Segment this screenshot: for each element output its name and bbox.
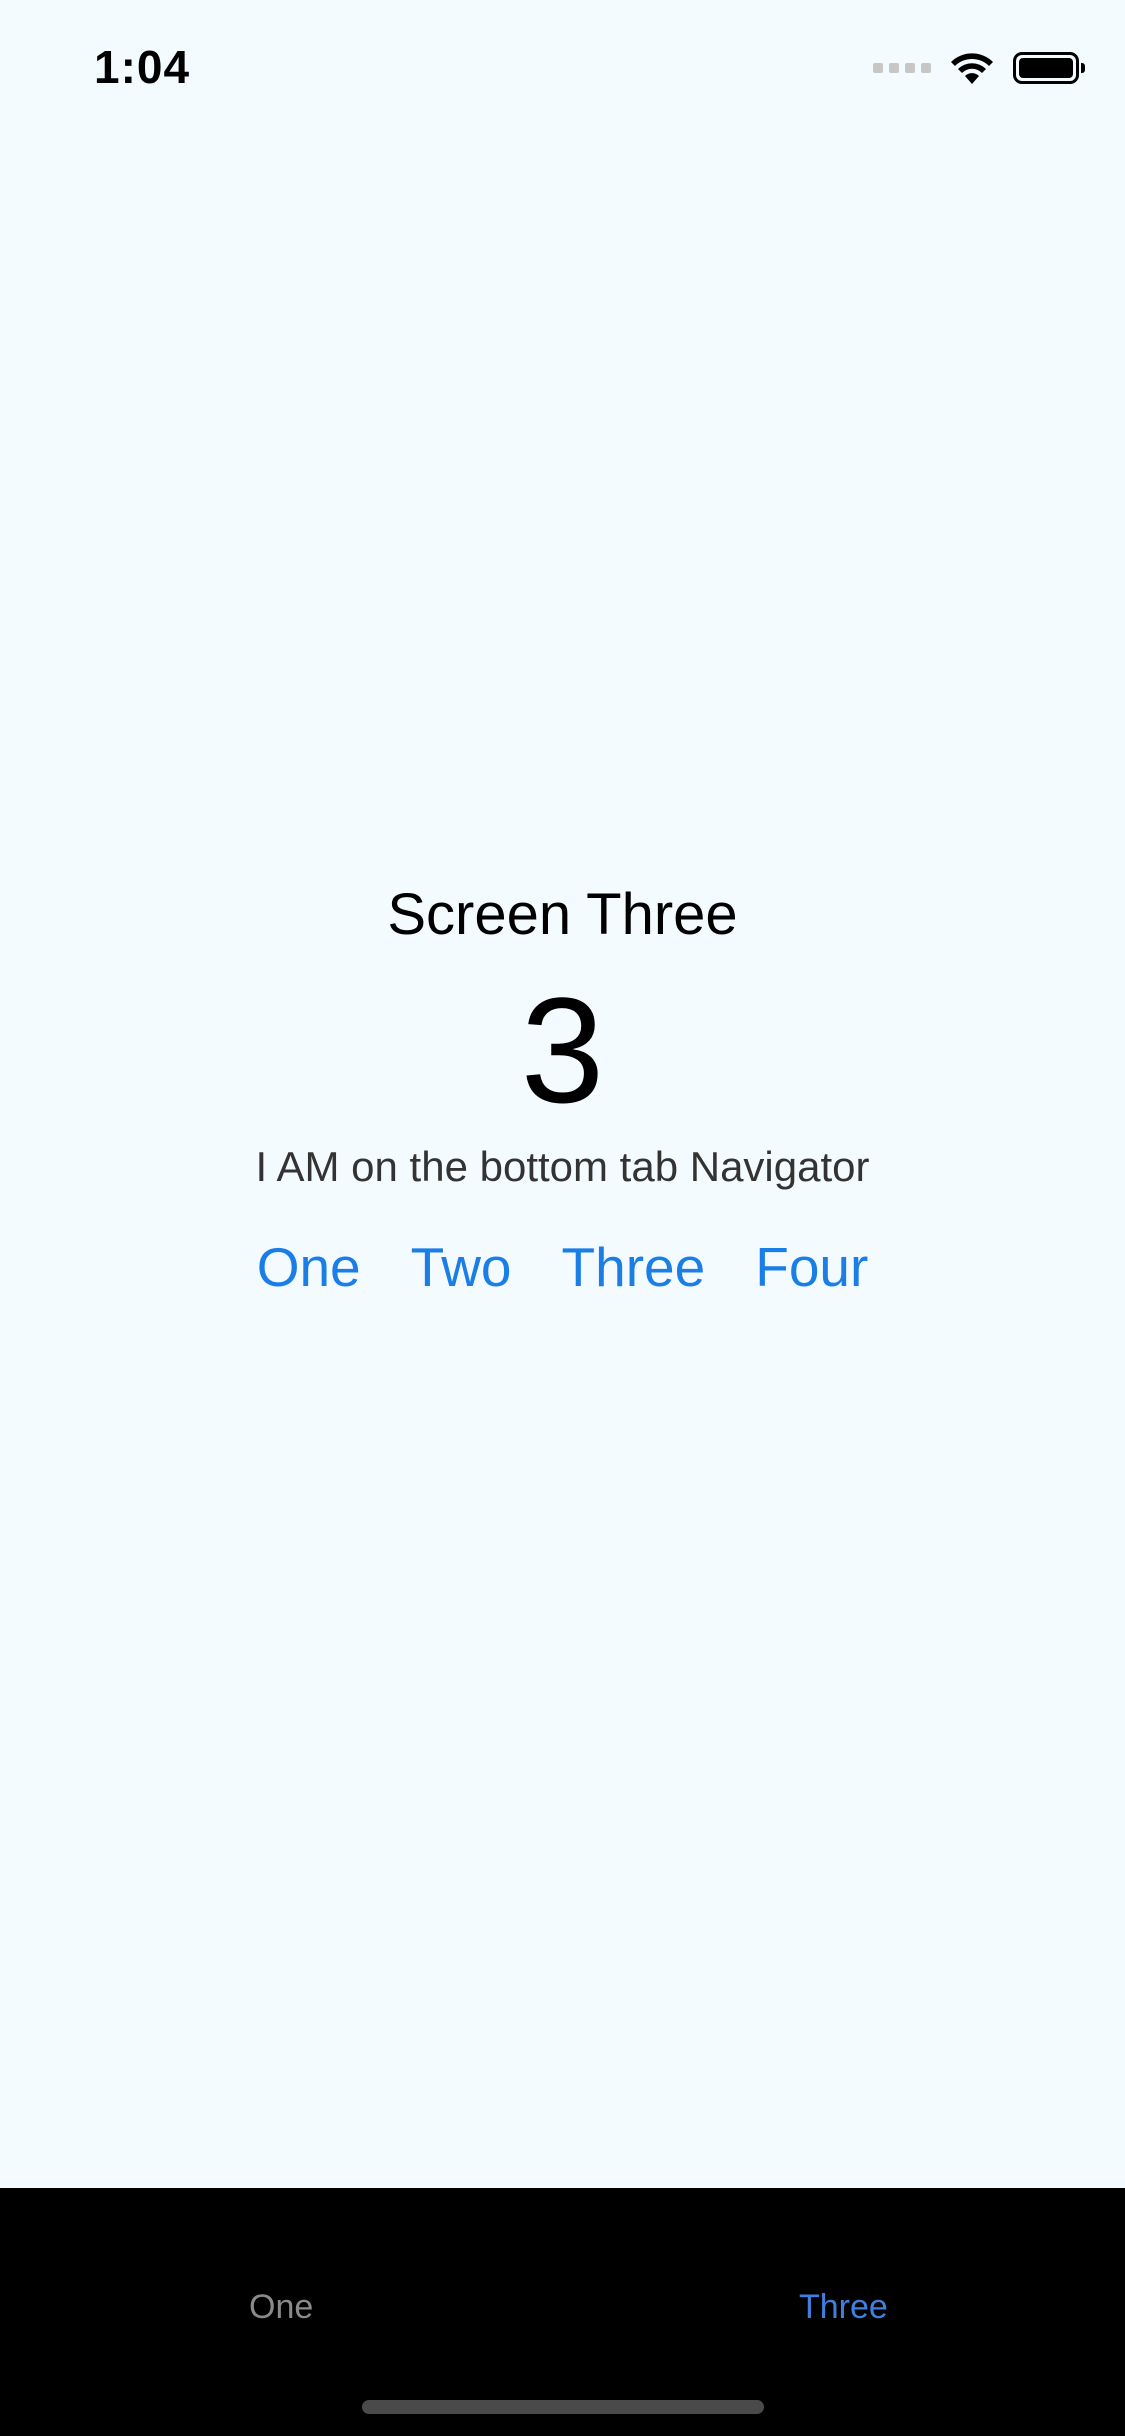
home-indicator <box>362 2400 764 2414</box>
screen-content: Screen Three 3 I AM on the bottom tab Na… <box>0 870 1125 1302</box>
tab-three[interactable]: Three <box>799 2288 888 2327</box>
status-bar: 1:04 <box>0 0 1125 132</box>
nav-links: One Two Three Four <box>0 1232 1125 1302</box>
status-time: 1:04 <box>94 41 191 93</box>
bottom-tab-bar: One Three <box>0 2188 1125 2436</box>
screen-subtitle: I AM on the bottom tab Navigator <box>255 1143 870 1190</box>
link-one[interactable]: One <box>257 1232 361 1302</box>
status-icons <box>873 48 1085 88</box>
tab-one[interactable]: One <box>249 2288 313 2327</box>
cellular-signal-icon <box>873 63 931 73</box>
link-two[interactable]: Two <box>411 1232 512 1302</box>
link-three[interactable]: Three <box>562 1232 706 1302</box>
screen-title: Screen Three <box>387 882 738 947</box>
link-four[interactable]: Four <box>755 1232 868 1302</box>
wifi-icon <box>951 53 993 84</box>
battery-icon <box>1013 52 1085 84</box>
screen-number: 3 <box>520 966 605 1134</box>
